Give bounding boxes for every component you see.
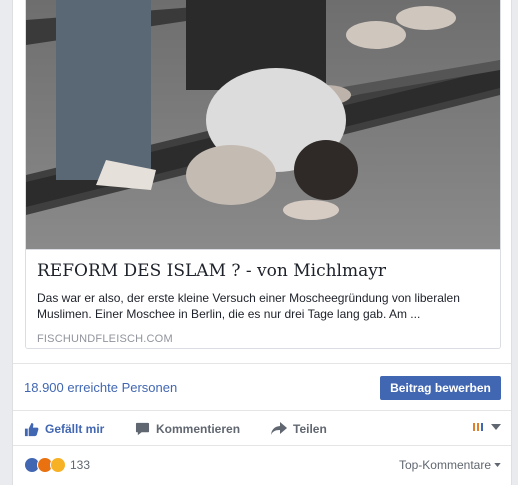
like-label: Gefällt mir bbox=[45, 422, 105, 436]
link-preview[interactable]: REFORM DES ISLAM ? - von Michlmayr Das w… bbox=[25, 0, 501, 349]
link-text-block[interactable]: REFORM DES ISLAM ? - von Michlmayr Das w… bbox=[26, 249, 500, 348]
caret-down-icon bbox=[494, 463, 501, 467]
thumbs-up-icon bbox=[24, 422, 39, 437]
reaction-count: 133 bbox=[70, 458, 91, 472]
comment-sort-dropdown[interactable]: Top-Kommentare bbox=[399, 458, 501, 472]
comment-sort-label: Top-Kommentare bbox=[398, 458, 491, 472]
comment-button[interactable]: Kommentieren bbox=[135, 419, 240, 439]
link-description: Das war er also, der erste kleine Versuc… bbox=[37, 291, 460, 321]
page-avatar-icon bbox=[470, 421, 486, 433]
post-card: REFORM DES ISLAM ? - von Michlmayr Das w… bbox=[12, 0, 512, 485]
boost-post-button[interactable]: Beitrag bewerben bbox=[380, 376, 501, 400]
post-as-selector[interactable] bbox=[470, 421, 501, 433]
reaction-summary[interactable]: 133 bbox=[24, 457, 90, 473]
link-image[interactable] bbox=[26, 0, 500, 249]
link-title[interactable]: REFORM DES ISLAM ? - von Michlmayr bbox=[37, 260, 489, 282]
action-bar: Gefällt mir Kommentieren Teilen bbox=[13, 410, 511, 445]
share-label: Teilen bbox=[293, 422, 327, 436]
chevron-down-icon bbox=[491, 424, 501, 430]
like-button[interactable]: Gefällt mir bbox=[24, 419, 104, 439]
sad-reaction-icon bbox=[50, 457, 66, 473]
comment-icon bbox=[135, 422, 150, 436]
reactions-bar: 133 Top-Kommentare bbox=[13, 445, 511, 485]
share-arrow-icon bbox=[271, 422, 287, 436]
link-domain: FISCHUNDFLEISCH.COM bbox=[37, 333, 173, 345]
reach-count[interactable]: 18.900 erreichte Personen bbox=[24, 380, 177, 395]
share-button[interactable]: Teilen bbox=[271, 419, 327, 439]
reach-bar: 18.900 erreichte Personen Beitrag bewerb… bbox=[13, 363, 511, 410]
comment-label: Kommentieren bbox=[156, 422, 241, 436]
